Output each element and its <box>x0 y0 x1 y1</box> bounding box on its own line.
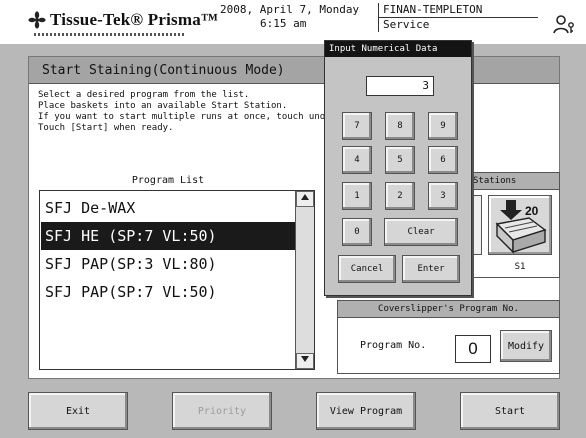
start-button[interactable]: Start <box>460 392 560 430</box>
arrow-down-icon <box>301 356 309 362</box>
key-4-button[interactable]: 4 <box>342 146 372 174</box>
priority-button[interactable]: Priority <box>172 392 272 430</box>
brand-name: Tissue-Tek® Prisma™ <box>50 10 219 29</box>
user-name: FINAN-TEMPLETON <box>378 3 538 18</box>
flower-logo-icon <box>28 11 46 29</box>
brand-underline <box>34 33 184 36</box>
arrow-up-icon <box>301 194 309 200</box>
modify-button[interactable]: Modify <box>500 330 552 362</box>
key-2-button[interactable]: 2 <box>385 182 415 210</box>
numeric-display: 3 <box>366 76 434 96</box>
coverslipper-program-value: 0 <box>455 335 491 363</box>
instruction-line: Select a desired program from the list. <box>38 90 250 100</box>
clear-button[interactable]: Clear <box>384 218 458 246</box>
program-list-label: Program List <box>131 175 205 186</box>
enter-button[interactable]: Enter <box>402 255 460 283</box>
program-list: SFJ De-WAX SFJ HE (SP:7 VL:50) SFJ PAP(S… <box>39 190 315 370</box>
instructions-text: Select a desired program from the list. … <box>38 90 342 134</box>
stations-header: Stations <box>466 172 560 190</box>
coverslipper-program-label: Program No. <box>360 340 427 351</box>
brand-logo: Tissue-Tek® Prisma™ <box>28 8 219 36</box>
key-0-button[interactable]: 0 <box>342 218 372 246</box>
user-role: Service <box>378 18 538 32</box>
instruction-line: Place baskets into an available Start St… <box>38 101 288 111</box>
exit-button[interactable]: Exit <box>28 392 128 430</box>
instruction-line: Touch [Start] when ready. <box>38 123 174 133</box>
time-text: 6:15 am <box>260 17 307 30</box>
station-badge: 20 <box>525 204 539 218</box>
station-s1-button[interactable]: 20 <box>488 195 552 255</box>
scroll-down-button[interactable] <box>296 353 314 369</box>
key-6-button[interactable]: 6 <box>428 146 458 174</box>
coverslipper-header: Coverslipper's Program No. <box>338 301 559 318</box>
program-list-item[interactable]: SFJ PAP(SP:3 VL:80) <box>41 250 295 278</box>
key-1-button[interactable]: 1 <box>342 182 372 210</box>
key-3-button[interactable]: 3 <box>428 182 458 210</box>
dialog-title: Input Numerical Data <box>325 41 471 57</box>
program-list-scrollbar[interactable] <box>295 191 314 369</box>
datetime-display: 2008, April 7, Monday 6:15 am <box>220 3 360 31</box>
date-text: 2008, April 7, Monday <box>220 3 360 16</box>
key-5-button[interactable]: 5 <box>385 146 415 174</box>
program-list-item[interactable]: SFJ PAP(SP:7 VL:50) <box>41 278 295 306</box>
scroll-up-button[interactable] <box>296 191 314 207</box>
key-9-button[interactable]: 9 <box>428 112 458 140</box>
screen-title: Start Staining(Continuous Mode) <box>42 63 285 78</box>
user-info: FINAN-TEMPLETON Service <box>378 3 538 32</box>
user-key-icon[interactable] <box>552 12 576 36</box>
key-8-button[interactable]: 8 <box>385 112 415 140</box>
program-list-item-selected[interactable]: SFJ HE (SP:7 VL:50) <box>41 222 295 250</box>
basket-icon: 20 <box>495 200 547 254</box>
instruction-line: If you want to start multiple runs at on… <box>38 112 342 122</box>
key-7-button[interactable]: 7 <box>342 112 372 140</box>
view-program-button[interactable]: View Program <box>316 392 416 430</box>
station-s1-label: S1 <box>514 262 526 272</box>
cancel-button[interactable]: Cancel <box>338 255 396 283</box>
program-list-item[interactable]: SFJ De-WAX <box>41 194 295 222</box>
